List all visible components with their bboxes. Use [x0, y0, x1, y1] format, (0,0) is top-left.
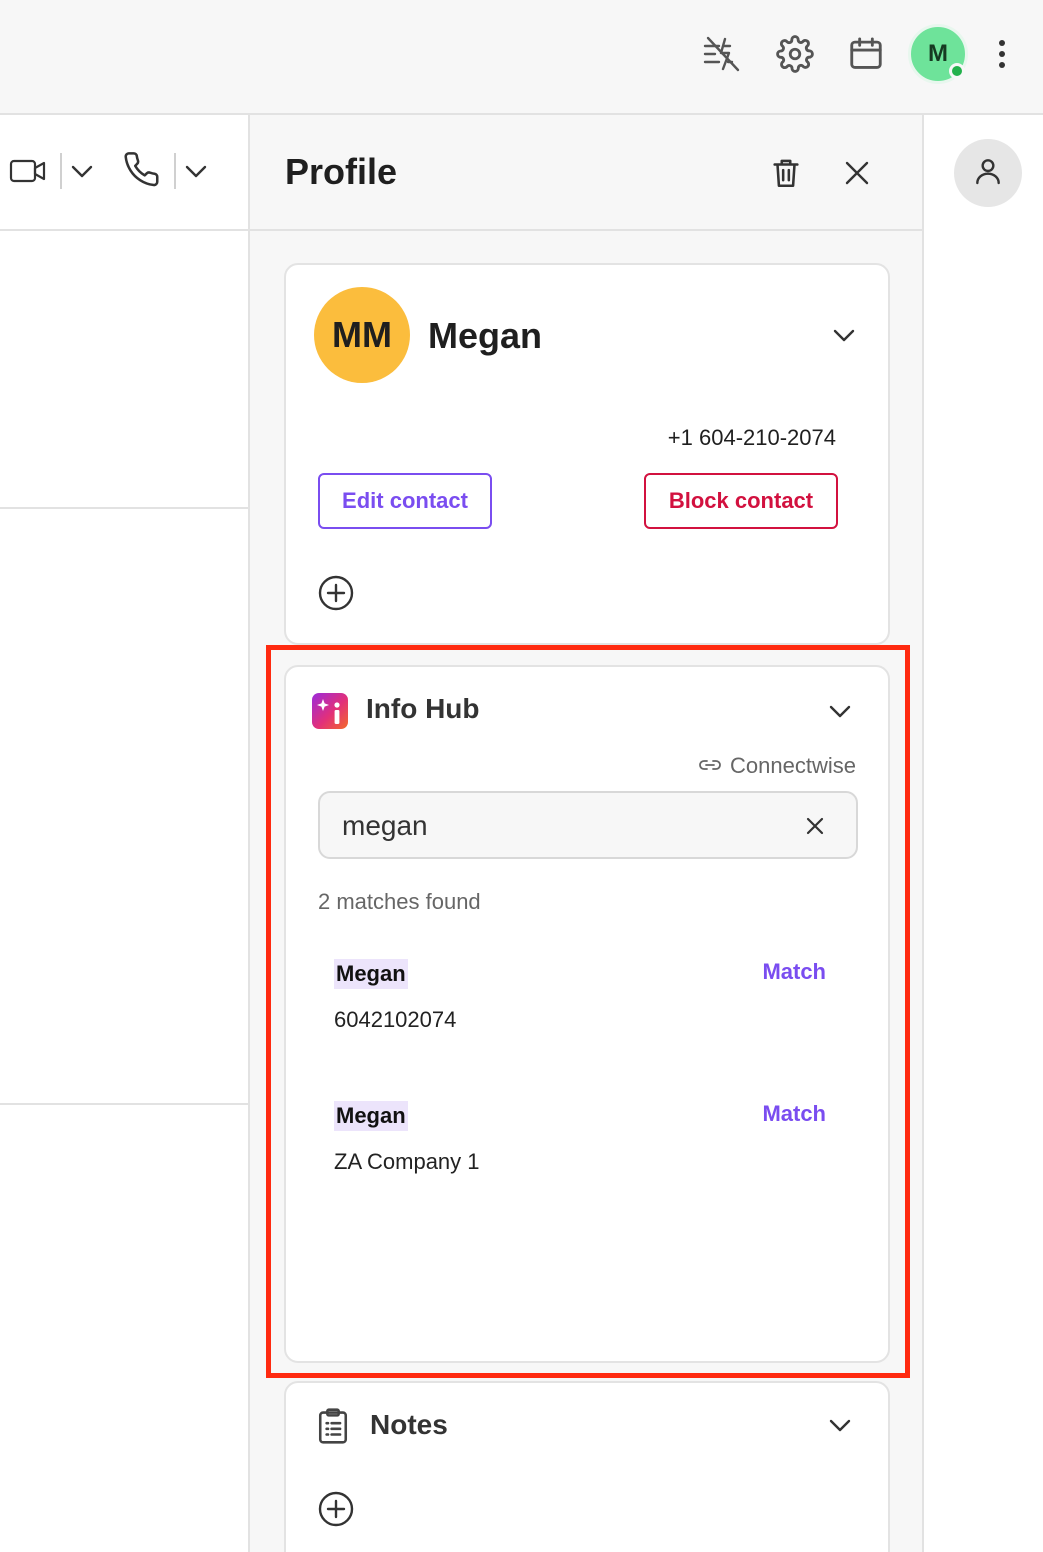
user-avatar[interactable]: M	[908, 24, 968, 84]
info-hub-icon	[312, 693, 348, 729]
chevron-down-icon[interactable]	[828, 319, 860, 351]
divider	[174, 153, 176, 189]
result-detail: ZA Company 1	[334, 1149, 480, 1174]
contact-avatar: MM	[314, 287, 410, 383]
contact-card: MM Megan +1 604-210-2074 Edit contact Bl…	[284, 263, 890, 645]
divider	[0, 507, 248, 509]
match-button[interactable]: Match	[762, 959, 826, 985]
matches-count: 2 matches found	[318, 889, 481, 914]
block-contact-button[interactable]: Block contact	[644, 473, 838, 529]
add-circle-icon[interactable]	[316, 573, 356, 613]
right-rail	[924, 115, 1043, 1552]
contact-name: Megan	[428, 315, 543, 356]
online-status-dot	[949, 63, 965, 79]
page-title: Profile	[285, 151, 398, 192]
user-avatar-initial: M	[928, 40, 948, 67]
chevron-down-icon[interactable]	[182, 157, 210, 185]
divider	[0, 1103, 248, 1105]
list-item: Megan ZA Company 1 Match	[334, 1101, 834, 1201]
add-circle-icon[interactable]	[316, 1489, 356, 1529]
result-name: Megan	[334, 1101, 408, 1131]
contact-phone: +1 604-210-2074	[667, 425, 836, 450]
integration-name: Connectwise	[730, 753, 856, 778]
close-icon[interactable]	[835, 151, 879, 195]
edit-contact-button[interactable]: Edit contact	[318, 473, 492, 529]
info-hub-card: Info Hub Connectwise 2 matches found Meg…	[284, 665, 890, 1363]
chevron-down-icon[interactable]	[824, 1409, 856, 1441]
integration-link[interactable]: Connectwise	[698, 753, 856, 779]
trash-icon[interactable]	[764, 151, 808, 195]
profile-header: Profile	[250, 115, 922, 231]
conversation-header	[0, 115, 248, 231]
chevron-down-icon[interactable]	[68, 157, 96, 185]
search-field[interactable]	[318, 791, 858, 859]
clipboard-icon	[316, 1407, 350, 1445]
clear-search-icon[interactable]	[800, 811, 830, 841]
contact-profile-button[interactable]	[954, 139, 1022, 207]
divider	[60, 153, 62, 189]
search-input[interactable]	[342, 807, 782, 845]
chevron-down-icon[interactable]	[824, 695, 856, 727]
link-icon	[698, 753, 722, 779]
person-icon	[972, 155, 1004, 192]
result-detail: 6042102074	[334, 1007, 457, 1032]
video-icon[interactable]	[8, 153, 48, 189]
notes-title: Notes	[370, 1409, 448, 1440]
list-item: Megan 6042102074 Match	[334, 959, 834, 1059]
result-name: Megan	[334, 959, 408, 989]
profile-panel: Profile MM Megan +1 604-210-2074 Edit co…	[250, 115, 924, 1552]
notes-card: Notes	[284, 1381, 890, 1552]
info-hub-title: Info Hub	[366, 693, 480, 724]
conversation-pane	[0, 115, 250, 1552]
gear-icon[interactable]	[775, 34, 815, 74]
calendar-icon[interactable]	[846, 34, 886, 74]
phone-icon[interactable]	[124, 151, 164, 191]
more-vertical-icon[interactable]	[982, 34, 1022, 74]
top-bar: M	[0, 0, 1043, 115]
match-button[interactable]: Match	[762, 1101, 826, 1127]
no-signal-icon[interactable]	[702, 34, 742, 74]
